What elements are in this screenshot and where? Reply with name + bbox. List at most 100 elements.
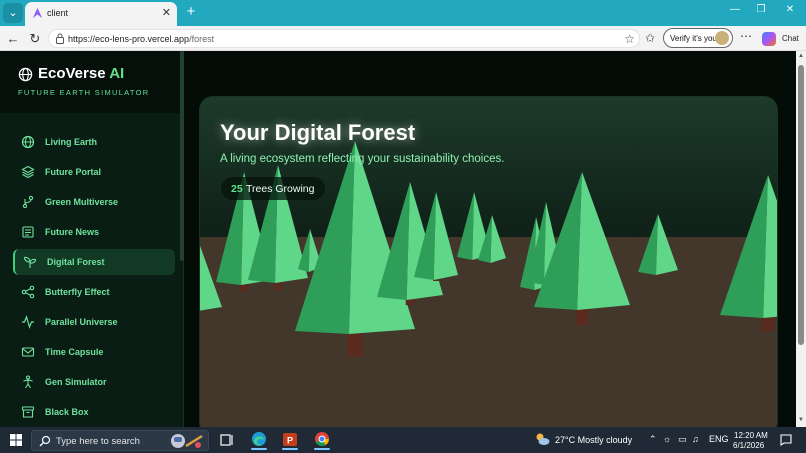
edge-app-icon[interactable]: [248, 430, 270, 450]
forest-scene[interactable]: [200, 97, 778, 427]
star-icon[interactable]: ☆: [624, 32, 635, 46]
main-content: Your Digital Forest A living ecosystem r…: [184, 51, 796, 427]
page-subtitle: A living ecosystem reflecting your susta…: [220, 153, 505, 165]
active-app-indicator: [251, 448, 267, 450]
lock-icon: [56, 33, 64, 44]
sidebar-item-label: Living Earth: [45, 137, 98, 147]
layers-icon: [21, 165, 35, 179]
notifications-icon[interactable]: [780, 434, 792, 446]
powerpoint-icon: P: [283, 433, 297, 446]
browser-tab-strip: ⌄ client ✕ + — ❐ ✕: [0, 0, 806, 26]
person-icon: [23, 375, 33, 389]
volume-icon[interactable]: ♫: [692, 434, 699, 444]
taskbar: Type here to search P 27°C Mostly cloudy…: [0, 427, 806, 453]
scroll-down-icon[interactable]: ▼: [798, 417, 804, 423]
url-field[interactable]: https://eco-lens-pro.vercel.app/forest ☆: [48, 29, 640, 48]
copilot-icon: [762, 32, 776, 46]
sidebar-item-label: Gen Simulator: [45, 377, 107, 387]
sidebar-item-label: Time Capsule: [45, 347, 104, 357]
scrollbar-thumb[interactable]: [798, 65, 804, 345]
sidebar-item-label: Future Portal: [45, 167, 102, 177]
chat-label: Chat: [782, 34, 799, 43]
clock-date[interactable]: 6/1/2026: [733, 441, 764, 450]
sidebar-item-future-news[interactable]: Future News: [13, 219, 175, 245]
sidebar: EcoVerse AI FUTURE EARTH SIMULATOR Livin…: [0, 51, 184, 427]
open-app-indicator: [282, 448, 298, 450]
web-page: EcoVerse AI FUTURE EARTH SIMULATOR Livin…: [0, 51, 806, 427]
globe-icon: [18, 67, 33, 82]
sidebar-item-living-earth[interactable]: Living Earth: [13, 129, 175, 155]
url-host: https://eco-lens-pro.vercel.app: [68, 34, 190, 44]
sidebar-item-gen-simulator[interactable]: Gen Simulator: [13, 369, 175, 395]
sidebar-item-time-capsule[interactable]: Time Capsule: [13, 339, 175, 365]
mail-icon: [21, 347, 35, 357]
share-icon: [21, 285, 35, 299]
screen: ⌄ client ✕ + — ❐ ✕ ← ↻ https://eco-lens-…: [0, 0, 806, 453]
search-placeholder: Type here to search: [56, 436, 140, 447]
battery-icon[interactable]: ▭: [678, 434, 687, 445]
sidebar-item-green-multiverse[interactable]: Green Multiverse: [13, 189, 175, 215]
show-hidden-icons-icon[interactable]: ⌃: [649, 434, 657, 445]
sidebar-item-parallel-universe[interactable]: Parallel Universe: [13, 309, 175, 335]
sidebar-item-label: Black Box: [45, 407, 89, 417]
network-icon[interactable]: ☼: [663, 434, 671, 444]
verify-button[interactable]: Verify it's you: [663, 28, 733, 48]
trees-label: Trees Growing: [246, 183, 315, 195]
forest-card: Your Digital Forest A living ecosystem r…: [199, 96, 778, 427]
weather-text[interactable]: 27°C Mostly cloudy: [555, 435, 632, 445]
more-menu-icon[interactable]: ⋯: [740, 29, 752, 43]
sidebar-item-butterfly-effect[interactable]: Butterfly Effect: [13, 279, 175, 305]
page-scrollbar[interactable]: ▲ ▼: [796, 51, 806, 427]
cloudy-weather-icon[interactable]: [534, 432, 550, 446]
activity-icon: [22, 315, 34, 329]
branch-icon: [22, 195, 34, 209]
url-path: /forest: [189, 34, 215, 44]
sidebar-item-label: Parallel Universe: [45, 317, 118, 327]
sidebar-item-label: Future News: [45, 227, 100, 237]
task-view-icon[interactable]: [216, 430, 238, 450]
new-tab-button[interactable]: +: [182, 3, 200, 21]
close-window-icon[interactable]: ✕: [781, 4, 799, 15]
clock-time[interactable]: 12:20 AM: [734, 431, 768, 440]
language-indicator[interactable]: ENG: [709, 434, 729, 444]
minimize-icon[interactable]: —: [726, 4, 744, 15]
brand-ai: AI: [109, 65, 125, 82]
powerpoint-app-icon[interactable]: P: [279, 430, 301, 450]
tab-title: client: [47, 8, 69, 18]
brand-name: EcoVerse AI: [38, 65, 124, 82]
avatar: [715, 31, 729, 45]
browser-tab[interactable]: client ✕: [25, 2, 177, 26]
sidebar-item-future-portal[interactable]: Future Portal: [13, 159, 175, 185]
chrome-app-icon[interactable]: [311, 430, 333, 450]
trees-count-badge: 25 Trees Growing: [221, 177, 325, 200]
page-title: Your Digital Forest: [220, 120, 416, 145]
restore-icon[interactable]: ❐: [752, 4, 770, 15]
brand-header: EcoVerse AI FUTURE EARTH SIMULATOR: [0, 51, 180, 113]
scroll-up-icon[interactable]: ▲: [798, 53, 804, 59]
chrome-icon: [315, 432, 329, 446]
search-icon: [39, 435, 51, 447]
svg-text:P: P: [287, 436, 293, 446]
back-icon[interactable]: ←: [4, 30, 22, 48]
windows-start-icon[interactable]: [10, 434, 22, 446]
globe-icon: [21, 135, 35, 149]
sidebar-item-digital-forest[interactable]: Digital Forest: [13, 249, 175, 275]
taskbar-search[interactable]: Type here to search: [31, 430, 209, 451]
app-favicon-icon: [32, 7, 43, 19]
sidebar-item-label: Butterfly Effect: [45, 287, 110, 297]
sidebar-item-black-box[interactable]: Black Box: [13, 399, 175, 425]
search-highlight-art-icon: [171, 434, 203, 448]
url-text: https://eco-lens-pro.vercel.app/forest: [68, 34, 214, 44]
tab-actions-menu-icon[interactable]: ⌄: [3, 3, 23, 23]
tab-close-icon[interactable]: ✕: [162, 6, 171, 19]
verify-label: Verify it's you: [670, 34, 717, 43]
newspaper-icon: [22, 226, 34, 238]
address-bar-row: ← ↻ https://eco-lens-pro.vercel.app/fore…: [0, 26, 806, 51]
refresh-icon[interactable]: ↻: [26, 30, 44, 48]
sidebar-item-label: Digital Forest: [47, 257, 105, 267]
brand-subtitle: FUTURE EARTH SIMULATOR: [18, 88, 150, 97]
favorites-icon[interactable]: ✩: [645, 31, 655, 45]
brand-name-text: EcoVerse: [38, 65, 106, 82]
sprout-icon: [23, 256, 37, 268]
sidebar-item-label: Green Multiverse: [45, 197, 119, 207]
